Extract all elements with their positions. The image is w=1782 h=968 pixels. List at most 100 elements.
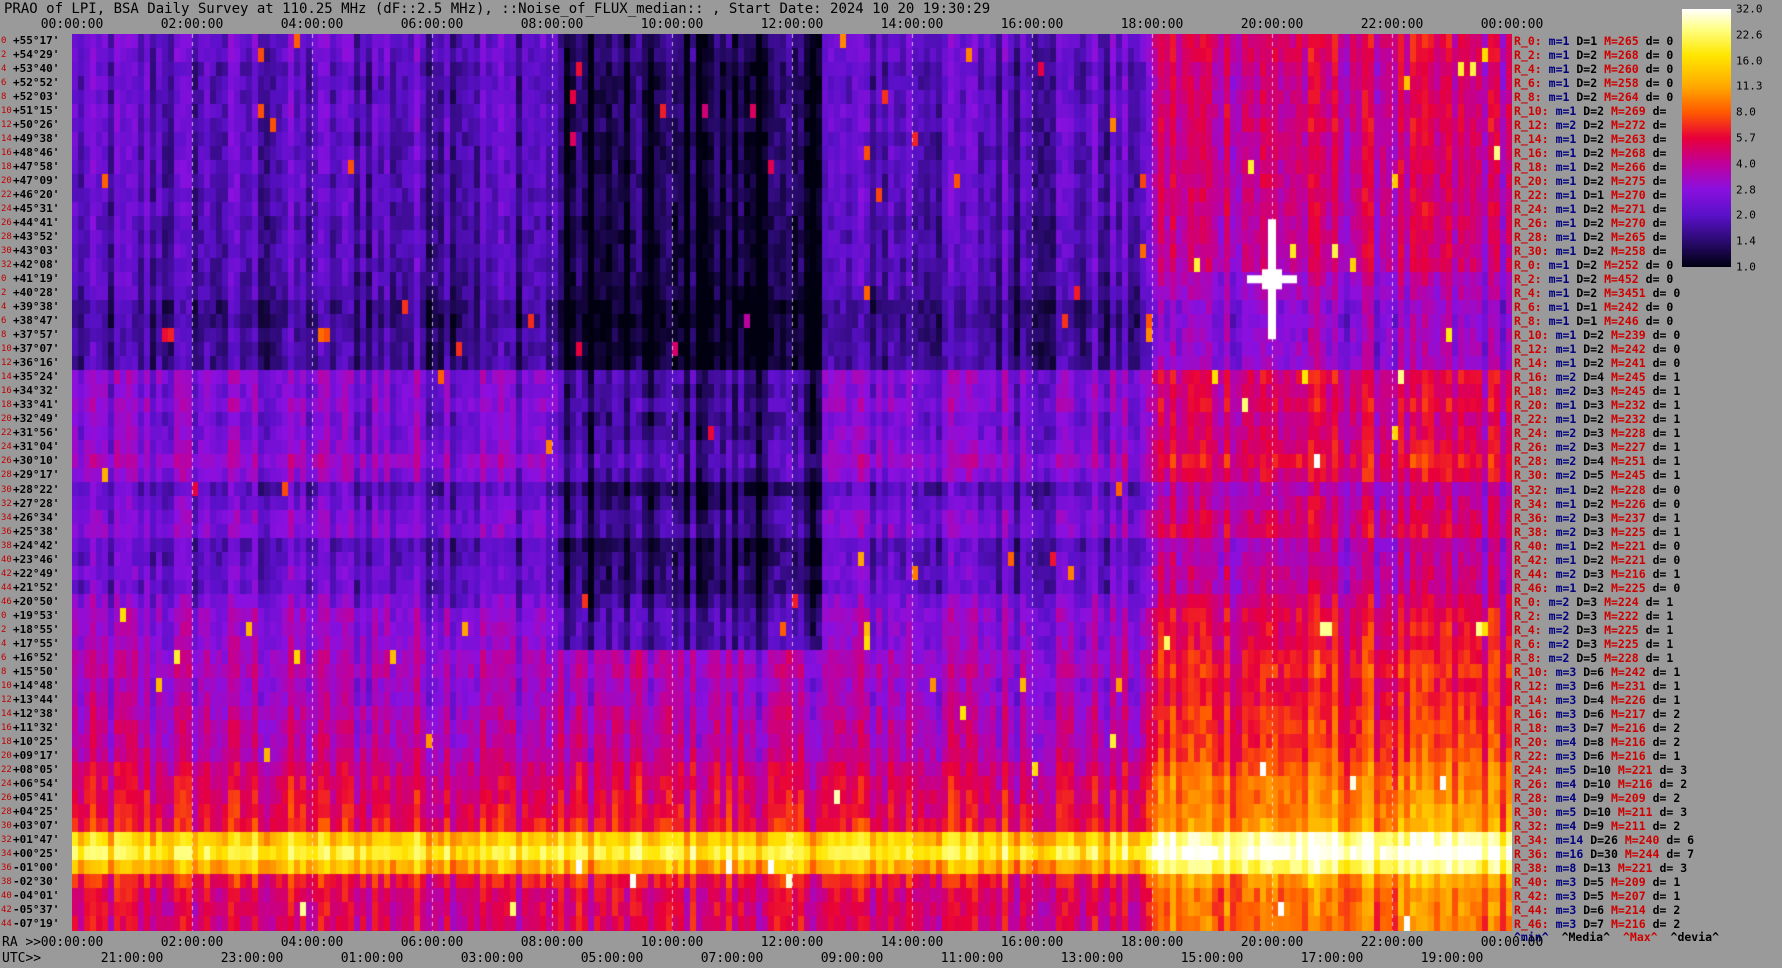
stats-row-r: R_0: xyxy=(1514,34,1542,48)
stats-row-d: D=2 xyxy=(1576,48,1598,63)
declination-row-label: 8 +52°03' xyxy=(0,90,72,104)
declination-row-label: 26 +05°41' xyxy=(0,791,72,805)
stats-row-d: D=9 xyxy=(1583,818,1605,833)
stats-row-r: R_42: xyxy=(1514,888,1549,903)
stats-row: R_34: m=1 D=2 M=226 d= 0 xyxy=(1514,497,1680,511)
stats-row: R_16: m=1 D=2 M=268 d= xyxy=(1514,146,1666,160)
declination-row-label: 16 +11°32' xyxy=(0,721,72,735)
declination-value: +35°24' xyxy=(13,370,60,384)
declination-row-label: 28 +04°25' xyxy=(0,805,72,819)
declination-row-label: 0 +55°17' xyxy=(0,34,72,48)
ra-axis-tick-label: 14:00:00 xyxy=(880,935,944,950)
declination-row-index: 32 xyxy=(1,834,12,845)
stats-row-r: R_2: xyxy=(1514,272,1542,287)
stats-row: R_14: m=1 D=2 M=263 d= xyxy=(1514,132,1666,146)
utc-axis-tick-label: 13:00:00 xyxy=(1060,951,1124,966)
stats-row-d: D=5 xyxy=(1583,874,1605,889)
stats-row: R_32: m=1 D=2 M=228 d= 0 xyxy=(1514,483,1680,497)
declination-value: +15°50' xyxy=(13,664,60,678)
stats-row-m: m=1 xyxy=(1555,412,1577,427)
stats-row-d: D=5 xyxy=(1583,468,1605,483)
stats-row-x: M=222 xyxy=(1604,608,1639,623)
declination-row-label: 30 +03°07' xyxy=(0,819,72,833)
stats-row-d: D=4 xyxy=(1583,454,1605,469)
top-axis-tick-label: 20:00:00 xyxy=(1240,17,1304,32)
declination-row-index: 28 xyxy=(1,232,12,243)
stats-row-m: m=1 xyxy=(1555,174,1577,189)
colorbar-tick-label: 5.7 xyxy=(1736,131,1756,145)
stats-row-m: m=2 xyxy=(1555,426,1577,441)
colorbar: 32.0 22.6 16.0 11.3 8.0 5.7 4.0 2.8 2.0 1.4 1.0 xyxy=(1682,3,1782,274)
stats-row-v: d= 1 xyxy=(1652,748,1681,763)
utc-axis-tick-label: 09:00:00 xyxy=(820,951,884,966)
stats-row-x: M=221 xyxy=(1617,860,1653,875)
stats-row-m: m=3 xyxy=(1555,888,1577,903)
stats-row: R_24: m=1 D=2 M=271 d= xyxy=(1514,202,1666,216)
declination-value: +21°52' xyxy=(13,580,60,594)
declination-value: +41°19' xyxy=(13,272,60,286)
stats-row-x: M=270 xyxy=(1611,188,1646,203)
declination-value: +40°28' xyxy=(13,286,60,300)
declination-row-index: 26 xyxy=(1,456,12,467)
declination-value: +37°57' xyxy=(13,328,60,342)
stats-row-m: m=8 xyxy=(1555,860,1577,875)
stats-row-d: D=1 xyxy=(1576,300,1598,315)
stats-row-x: M=211 xyxy=(1617,804,1653,819)
stats-row-m: m=2 xyxy=(1555,118,1577,133)
stats-row-m: m=2 xyxy=(1548,608,1570,623)
stats-row: R_30: m=1 D=2 M=258 d= xyxy=(1514,244,1666,258)
utc-axis-tick-label: 01:00:00 xyxy=(340,951,404,966)
stats-row: R_26: m=2 D=3 M=227 d= 1 xyxy=(1514,440,1680,454)
stats-row-d: D=2 xyxy=(1576,272,1598,287)
stats-row-r: R_36: xyxy=(1514,510,1549,525)
declination-row-index: 44 xyxy=(1,918,12,929)
stats-footer-media: ^Media^ xyxy=(1561,930,1611,944)
stats-row: R_24: m=2 D=3 M=228 d= 1 xyxy=(1514,426,1680,440)
stats-row-m: m=2 xyxy=(1548,594,1570,609)
colorbar-tick-label: 1.4 xyxy=(1736,234,1756,248)
stats-row-r: R_8: xyxy=(1514,314,1542,329)
stats-row-d: D=3 xyxy=(1583,566,1605,581)
stats-row-x: M=270 xyxy=(1611,216,1646,231)
stats-row: R_18: m=3 D=7 M=216 d= 2 xyxy=(1514,721,1680,735)
declination-row-index: 8 xyxy=(1,330,7,341)
stats-row-r: R_2: xyxy=(1514,608,1542,623)
declination-row-index: 26 xyxy=(1,792,12,803)
declination-value: +31°04' xyxy=(13,440,60,454)
stats-row-m: m=1 xyxy=(1555,104,1577,119)
stats-row-m: m=1 xyxy=(1548,300,1570,315)
stats-row-v: d= xyxy=(1652,132,1667,147)
colorbar-tick-label: 32.0 xyxy=(1736,2,1763,16)
stats-row-d: D=3 xyxy=(1576,622,1598,637)
stats-row-x: M=221 xyxy=(1611,552,1646,567)
stats-row-x: M=241 xyxy=(1611,356,1646,371)
stats-row: R_2: m=2 D=3 M=222 d= 1 xyxy=(1514,609,1673,623)
stats-row-x: M=269 xyxy=(1611,104,1646,119)
stats-row-x: M=214 xyxy=(1611,902,1646,917)
declination-value: -04°01' xyxy=(13,888,60,902)
declination-row-label: 22 +08°05' xyxy=(0,763,72,777)
declination-row-index: 4 xyxy=(1,64,7,75)
stats-row-x: M=452 xyxy=(1604,272,1639,287)
stats-row-d: D=2 xyxy=(1583,552,1605,567)
stats-row-r: R_28: xyxy=(1514,230,1549,245)
stats-row-r: R_36: xyxy=(1514,846,1549,861)
stats-row: R_22: m=1 D=1 M=270 d= xyxy=(1514,188,1666,202)
declination-value: -05°37' xyxy=(13,902,60,916)
declination-value: +51°15' xyxy=(13,104,60,118)
ra-axis-tick-label: 00:00:00 xyxy=(40,935,104,950)
stats-row-d: D=2 xyxy=(1576,62,1598,77)
stats-row-m: m=1 xyxy=(1555,146,1577,161)
stats-row-d: D=1 xyxy=(1583,188,1605,203)
stats-row-d: D=2 xyxy=(1576,286,1598,301)
stats-row-r: R_28: xyxy=(1514,790,1549,805)
declination-row-label: 18 +33°41' xyxy=(0,398,72,412)
stats-row-d: D=10 xyxy=(1583,804,1611,819)
stats-row-d: D=6 xyxy=(1583,678,1605,693)
declination-row-label: 20 +47°09' xyxy=(0,174,72,188)
stats-row-r: R_8: xyxy=(1514,90,1542,105)
stats-row-v: d= 2 xyxy=(1652,734,1681,749)
ra-axis-tick-label: 04:00:00 xyxy=(280,935,344,950)
stats-row-m: m=1 xyxy=(1548,258,1570,273)
ra-axis-tick-label: 18:00:00 xyxy=(1120,935,1184,950)
